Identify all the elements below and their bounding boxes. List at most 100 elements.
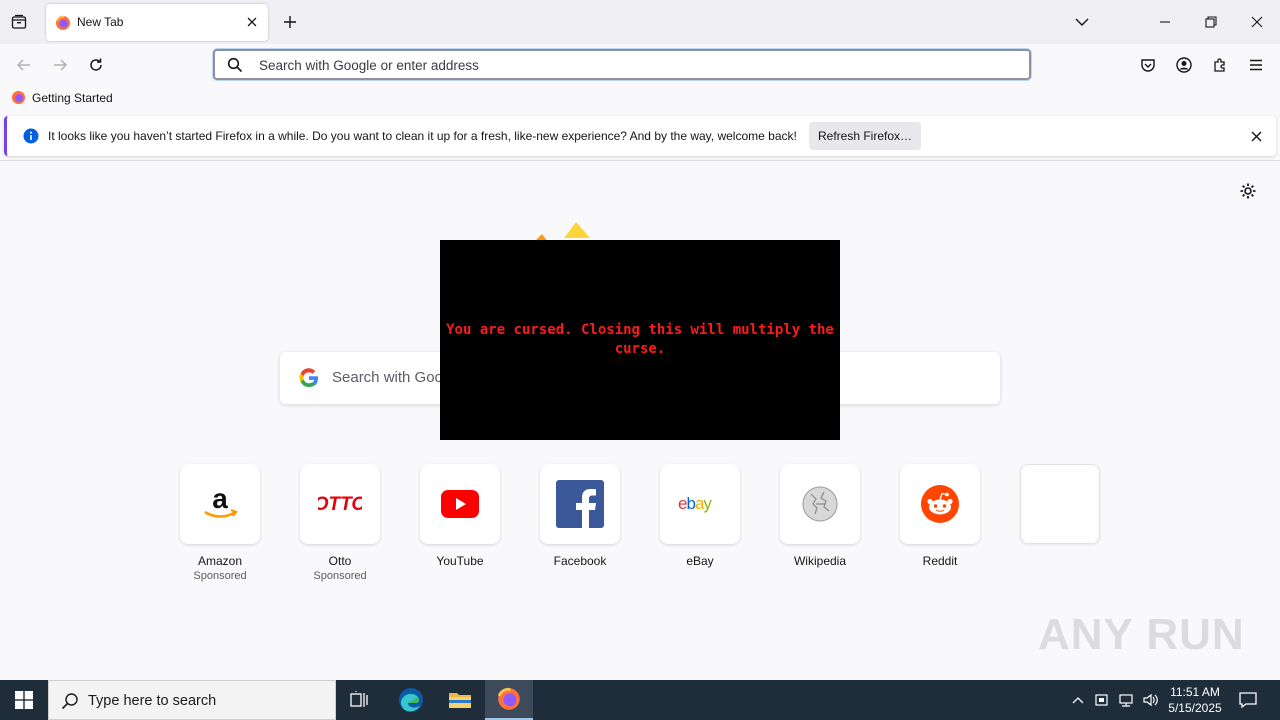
start-button[interactable] xyxy=(0,680,48,720)
bookmark-label: Getting Started xyxy=(32,90,113,105)
facebook-icon xyxy=(556,480,604,528)
list-all-tabs-button[interactable] xyxy=(1070,10,1094,34)
firefox-icon xyxy=(497,687,520,710)
pocket-icon xyxy=(1141,59,1155,72)
tile-box xyxy=(540,464,620,544)
top-site-reddit[interactable]: Reddit xyxy=(900,464,980,568)
device-icon xyxy=(1095,694,1108,706)
notifications-button[interactable] xyxy=(1238,690,1258,715)
top-site-wikipedia[interactable]: Wikipedia xyxy=(780,464,860,568)
edge-icon xyxy=(399,688,423,712)
chevron-down-icon xyxy=(1075,18,1089,26)
refresh-firefox-button[interactable]: Refresh Firefox… xyxy=(809,122,921,150)
restore-button[interactable] xyxy=(1199,10,1223,34)
amazon-icon: a xyxy=(204,486,238,518)
chevron-up-icon xyxy=(1072,697,1084,704)
task-view-button[interactable] xyxy=(336,680,384,720)
info-icon xyxy=(23,128,39,144)
address-bar[interactable] xyxy=(212,48,1032,81)
folder-icon xyxy=(449,693,471,708)
restore-icon xyxy=(1205,16,1217,28)
account-button[interactable] xyxy=(1171,52,1197,78)
firefox-view-button[interactable] xyxy=(8,11,30,33)
taskbar-firefox[interactable] xyxy=(485,680,533,720)
svg-text:ebay: ebay xyxy=(678,494,712,513)
tile-sponsored: Sponsored xyxy=(193,570,247,582)
newtab-settings-button[interactable] xyxy=(1239,182,1257,205)
taskbar-edge[interactable] xyxy=(387,680,435,720)
minimize-button[interactable] xyxy=(1153,10,1177,34)
content-divider xyxy=(0,160,1280,161)
pocket-button[interactable] xyxy=(1135,52,1161,78)
bookmark-getting-started[interactable]: Getting Started xyxy=(11,90,113,105)
firefox-favicon-icon xyxy=(56,15,70,30)
tab-close-button[interactable] xyxy=(244,14,260,30)
tab-strip: New Tab xyxy=(0,0,1280,44)
close-icon xyxy=(247,17,257,27)
network-icon xyxy=(1119,694,1133,707)
youtube-icon xyxy=(441,490,479,518)
volume-button[interactable] xyxy=(1142,690,1160,715)
otto-icon: OTTO xyxy=(318,494,362,514)
tile-box: ebay xyxy=(660,464,740,544)
notification-close-button[interactable] xyxy=(1251,129,1262,147)
menu-button[interactable] xyxy=(1243,52,1269,78)
top-site-empty[interactable] xyxy=(1020,464,1100,544)
taskbar-search-placeholder: Type here to search xyxy=(88,693,217,709)
top-site-otto[interactable]: OTTO Otto Sponsored xyxy=(300,464,380,582)
windows-taskbar: Type here to search 11:51 AM 5/15/2025 xyxy=(0,680,1280,720)
close-window-button[interactable] xyxy=(1245,10,1269,34)
gear-icon xyxy=(1240,183,1256,199)
network-button[interactable] xyxy=(1118,690,1136,715)
clock-time: 11:51 AM xyxy=(1170,685,1220,699)
taskbar-clock[interactable]: 11:51 AM 5/15/2025 xyxy=(1160,684,1230,716)
firefox-favicon-icon xyxy=(11,90,26,105)
speaker-icon xyxy=(1143,693,1158,707)
tab-title: New Tab xyxy=(77,15,124,29)
firefox-view-icon xyxy=(11,14,27,29)
address-input[interactable] xyxy=(259,55,959,75)
top-site-ebay[interactable]: ebay eBay xyxy=(660,464,740,568)
back-button[interactable] xyxy=(11,52,37,78)
arrow-left-icon xyxy=(16,59,30,71)
task-view-icon xyxy=(350,691,368,707)
reddit-icon xyxy=(921,485,959,523)
curse-message: You are cursed. Closing this will multip… xyxy=(446,322,834,357)
tile-box xyxy=(900,464,980,544)
notification-icon xyxy=(1239,692,1257,709)
new-tab-button[interactable] xyxy=(280,12,300,32)
top-site-youtube[interactable]: YouTube xyxy=(420,464,500,568)
curse-popup-window[interactable]: You are cursed. Closing this will multip… xyxy=(440,240,840,440)
reload-icon xyxy=(90,58,102,71)
svg-text:OTTO: OTTO xyxy=(318,494,362,514)
tile-label: Wikipedia xyxy=(793,554,847,568)
tile-box xyxy=(1020,464,1100,544)
extensions-button[interactable] xyxy=(1207,52,1233,78)
ebay-icon: ebay xyxy=(678,494,713,513)
search-icon xyxy=(61,693,78,710)
reload-button[interactable] xyxy=(83,52,109,78)
tab-new-tab[interactable]: New Tab xyxy=(46,4,268,41)
taskbar-file-explorer[interactable] xyxy=(436,680,484,720)
taskbar-search-box[interactable]: Type here to search xyxy=(48,680,336,720)
minimize-icon xyxy=(1160,21,1170,23)
top-site-amazon[interactable]: a Amazon Sponsored xyxy=(180,464,260,582)
top-site-facebook[interactable]: Facebook xyxy=(540,464,620,568)
close-icon xyxy=(1251,16,1263,28)
forward-button[interactable] xyxy=(47,52,73,78)
tile-box xyxy=(780,464,860,544)
tile-box: a xyxy=(180,464,260,544)
close-icon xyxy=(1251,131,1262,142)
tile-box xyxy=(420,464,500,544)
refresh-notification-bar: It looks like you haven’t started Firefo… xyxy=(4,116,1276,156)
tile-box: OTTO xyxy=(300,464,380,544)
puzzle-icon xyxy=(1214,58,1225,72)
search-icon xyxy=(227,57,243,73)
tray-device-icon-button[interactable] xyxy=(1094,690,1110,715)
anyrun-watermark: ANY RUN xyxy=(1038,610,1245,659)
show-hidden-icons-button[interactable] xyxy=(1071,690,1085,715)
bookmarks-toolbar: Getting Started xyxy=(0,86,1280,112)
arrow-right-icon xyxy=(54,59,68,71)
windows-logo-icon xyxy=(15,691,33,709)
plus-icon xyxy=(284,16,296,28)
